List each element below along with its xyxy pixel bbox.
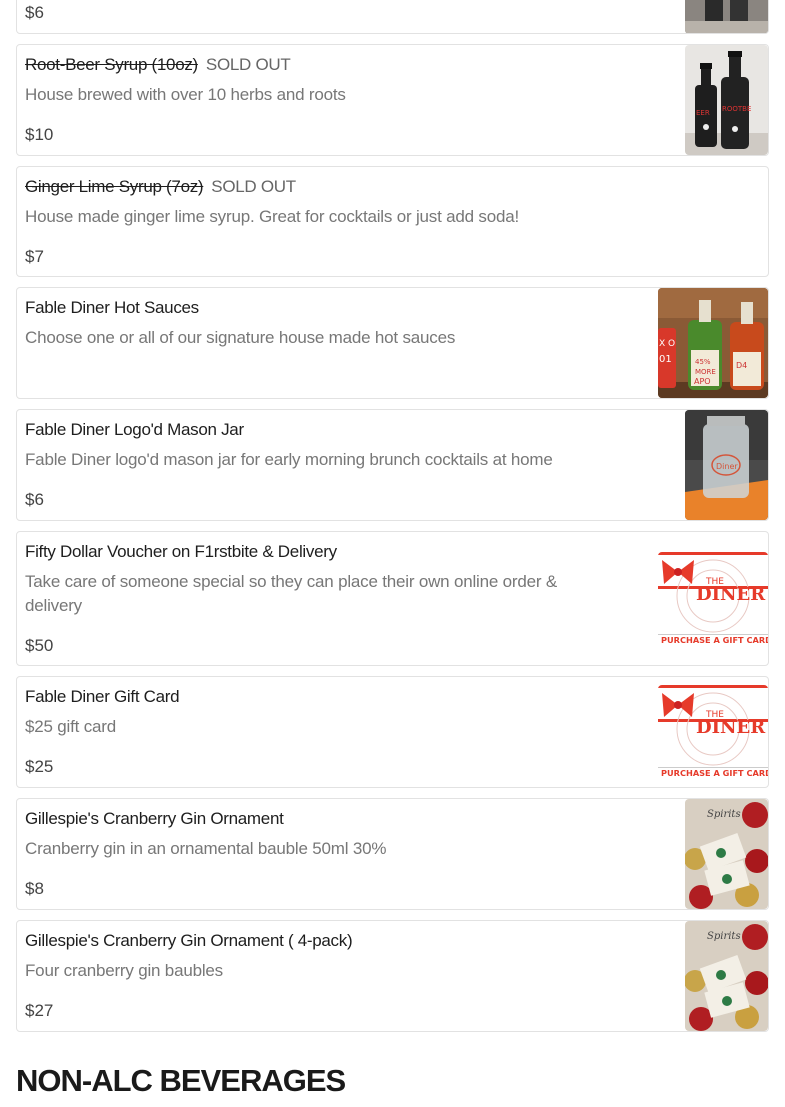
item-description: Choose one or all of our signature house… xyxy=(25,328,456,347)
item-thumbnail: THE DINER PURCHASE A GIFT CARD xyxy=(658,552,768,647)
section-heading: NON-ALC BEVERAGES xyxy=(16,1063,346,1098)
sold-out-badge: SOLD OUT xyxy=(211,177,296,196)
item-price: $7 xyxy=(25,247,44,266)
gift-card-cta: PURCHASE A GIFT CARD xyxy=(661,635,768,645)
svg-text:X O: X O xyxy=(659,339,675,349)
svg-text:APO: APO xyxy=(694,377,711,386)
gift-card-cta: PURCHASE A GIFT CARD xyxy=(661,768,768,778)
menu-item-card[interactable]: Gillespie's Cranberry Gin Ornament Cranb… xyxy=(16,798,769,910)
item-description: Fable Diner logo'd mason jar for early m… xyxy=(25,450,553,469)
item-description-line2: delivery xyxy=(25,596,82,615)
item-thumbnail: EER ROOTBE xyxy=(685,45,768,155)
item-name: Gillespie's Cranberry Gin Ornament ( 4-p… xyxy=(25,931,353,950)
item-thumbnail xyxy=(685,0,768,33)
item-description-line1: Take care of someone special so they can… xyxy=(25,572,557,591)
item-name: Fable Diner Gift Card xyxy=(25,687,180,706)
menu-item-card[interactable]: Fable Diner Gift Card $25 gift card $25 … xyxy=(16,676,769,788)
item-title-row: Root-Beer Syrup (10oz) SOLD OUT xyxy=(25,55,291,75)
menu-item-card[interactable]: Gillespie's Cranberry Gin Ornament ( 4-p… xyxy=(16,920,769,1032)
item-price: $50 xyxy=(25,636,54,655)
sold-out-badge: SOLD OUT xyxy=(205,55,291,74)
item-thumbnail: Spirits xyxy=(685,799,768,909)
gift-card-diner: DINER xyxy=(696,584,766,605)
item-thumbnail: Spirits xyxy=(685,921,768,1031)
svg-text:Spirits: Spirits xyxy=(707,809,741,820)
item-price: $25 xyxy=(25,757,54,776)
item-price: $6 xyxy=(25,3,44,22)
item-price: $8 xyxy=(25,879,44,898)
svg-text:Spirits: Spirits xyxy=(707,931,741,942)
item-description: $25 gift card xyxy=(25,717,116,736)
menu-page: $6 Root-Beer Syrup (10oz) SOLD OUT House … xyxy=(0,0,785,1107)
item-thumbnail: THE DINER PURCHASE A GIFT CARD xyxy=(658,685,768,780)
item-title-row: Ginger Lime Syrup (7oz) SOLD OUT xyxy=(25,177,296,197)
item-thumbnail: X O 01 45% MORE APO D4 xyxy=(658,288,768,398)
svg-text:ROOTBE: ROOTBE xyxy=(722,105,751,113)
item-name: Fable Diner Logo'd Mason Jar xyxy=(25,420,244,439)
item-title-row: Fable Diner Logo'd Mason Jar xyxy=(25,420,244,440)
item-description: Four cranberry gin baubles xyxy=(25,961,223,980)
svg-text:EER: EER xyxy=(696,109,710,117)
menu-item-card[interactable]: $6 xyxy=(16,0,769,34)
item-description: Cranberry gin in an ornamental bauble 50… xyxy=(25,839,387,858)
menu-item-card[interactable]: Fable Diner Hot Sauces Choose one or all… xyxy=(16,287,769,399)
svg-text:Diner: Diner xyxy=(716,462,738,471)
svg-text:01: 01 xyxy=(659,354,672,365)
menu-item-card[interactable]: Fable Diner Logo'd Mason Jar Fable Diner… xyxy=(16,409,769,521)
item-title-row: Gillespie's Cranberry Gin Ornament xyxy=(25,809,284,829)
item-title-row: Fable Diner Gift Card xyxy=(25,687,180,707)
item-price: $27 xyxy=(25,1001,54,1020)
item-name: Fable Diner Hot Sauces xyxy=(25,298,199,317)
svg-text:45%: 45% xyxy=(695,358,711,366)
menu-item-card[interactable]: Fifty Dollar Voucher on F1rstbite & Deli… xyxy=(16,531,769,666)
item-description: House made ginger lime syrup. Great for … xyxy=(25,207,520,226)
svg-text:D4: D4 xyxy=(736,361,747,370)
svg-text:MORE: MORE xyxy=(695,368,716,376)
item-title-row: Gillespie's Cranberry Gin Ornament ( 4-p… xyxy=(25,931,353,951)
item-name: Root-Beer Syrup (10oz) xyxy=(25,55,198,74)
menu-item-card[interactable]: Root-Beer Syrup (10oz) SOLD OUT House bre… xyxy=(16,44,769,156)
item-title-row: Fifty Dollar Voucher on F1rstbite & Deli… xyxy=(25,542,337,562)
item-name: Fifty Dollar Voucher on F1rstbite & Deli… xyxy=(25,542,337,561)
gift-card-diner: DINER xyxy=(696,717,766,738)
item-description: House brewed with over 10 herbs and root… xyxy=(25,85,346,104)
item-price: $6 xyxy=(25,490,44,509)
item-title-row: Fable Diner Hot Sauces xyxy=(25,298,199,318)
item-thumbnail: Diner xyxy=(685,410,768,520)
item-name: Ginger Lime Syrup (7oz) xyxy=(25,177,204,196)
menu-item-card[interactable]: Ginger Lime Syrup (7oz) SOLD OUT House ma… xyxy=(16,166,769,277)
item-price: $10 xyxy=(25,125,54,144)
item-name: Gillespie's Cranberry Gin Ornament xyxy=(25,809,284,828)
